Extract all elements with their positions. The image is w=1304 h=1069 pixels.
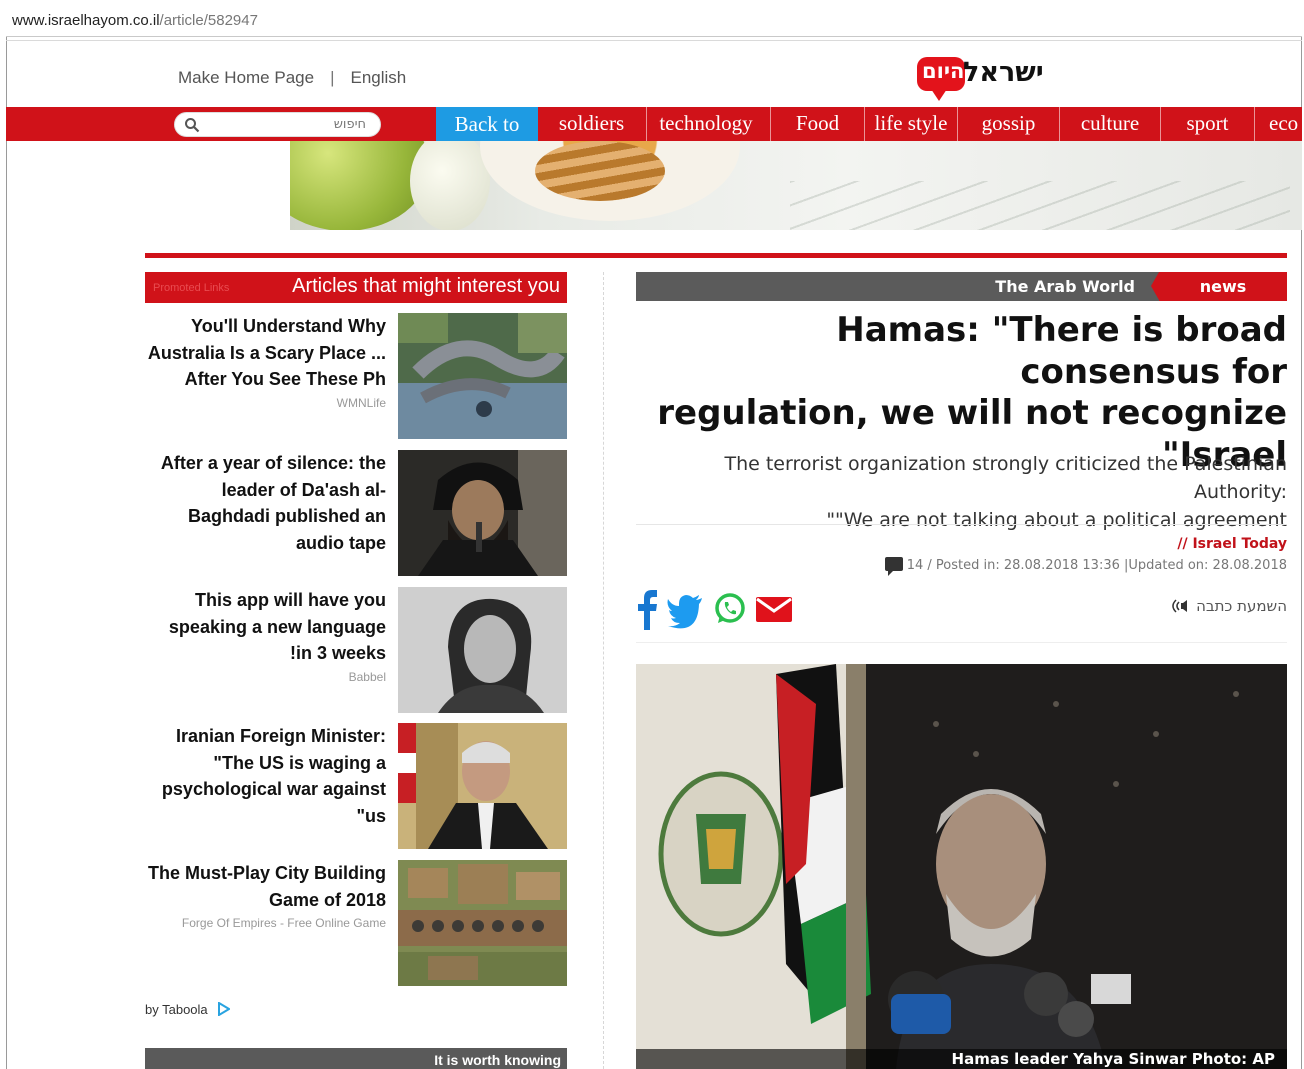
article-byline[interactable]: // Israel Today — [636, 536, 1287, 552]
make-home-page-link[interactable]: Make Home Page — [178, 68, 314, 88]
mail-icon[interactable] — [755, 588, 793, 630]
nav-gossip[interactable]: gossip — [957, 107, 1059, 141]
facebook-icon[interactable] — [636, 588, 658, 630]
promo-source: Forge Of Empires - Free Online Game — [181, 916, 386, 930]
logo-text: ישראל — [963, 57, 1044, 88]
worth-knowing-header: It is worth knowing — [145, 1048, 567, 1069]
promo-headline[interactable]: This app will have you speaking a new la… — [145, 587, 386, 667]
search-input[interactable]: חיפוש — [174, 112, 381, 137]
nav-sport[interactable]: sport — [1160, 107, 1254, 141]
search-icon[interactable] — [184, 117, 200, 133]
url-text[interactable]: www.israelhayom.co.il/article/582947 — [12, 12, 258, 29]
photo-caption-text: Hamas leader Yahya Sinwar Photo: AP — [951, 1050, 1275, 1068]
promo-item[interactable]: After a year of silence: the leader of D… — [145, 450, 567, 576]
hero-banner — [290, 141, 1302, 230]
toolbar-divider — [6, 37, 1302, 41]
logo-badge: היום — [917, 57, 965, 101]
search-placeholder: חיפוש — [333, 117, 366, 132]
comment-icon[interactable] — [884, 557, 903, 576]
worth-knowing-label: It is worth knowing — [434, 1052, 561, 1068]
photo-caption: Hamas leader Yahya Sinwar Photo: AP — [636, 1049, 1287, 1069]
article-subheadline: The terrorist organization strongly crit… — [724, 453, 1287, 531]
section-news[interactable]: news — [1151, 272, 1287, 301]
promo-thumbnail[interactable] — [398, 450, 567, 576]
promo-headline[interactable]: You'll Understand Why Australia Is a Sca… — [145, 313, 386, 393]
promo-thumbnail[interactable] — [398, 313, 567, 439]
promo-thumbnail[interactable] — [398, 587, 567, 713]
divider — [636, 524, 1287, 525]
promo-item[interactable]: You'll Understand Why Australia Is a Sca… — [145, 313, 567, 439]
promo-source: Babbel — [348, 669, 386, 684]
promo-headline[interactable]: After a year of silence: the leader of D… — [145, 450, 386, 556]
section-breadcrumb: The Arab World news — [636, 272, 1287, 301]
promoted-links-tag[interactable]: Promoted Links — [153, 282, 229, 294]
promo-headline[interactable]: The Must-Play City Building Game of 2018 — [145, 860, 386, 913]
listen-article-button[interactable]: השמעת כתבה — [1169, 597, 1287, 615]
whatsapp-icon[interactable] — [713, 588, 747, 630]
promoted-links-header: Promoted Links Articles that might inter… — [145, 272, 567, 303]
article-meta: 14 / Posted in: 28.08.2018 13:36 |Update… — [636, 557, 1287, 576]
promo-item[interactable]: This app will have you speaking a new la… — [145, 587, 567, 713]
section-rule — [145, 253, 1287, 258]
share-bar: השמעת כתבה — [636, 588, 1287, 632]
nav-life-style[interactable]: life style — [864, 107, 957, 141]
top-links: Make Home Page | English — [178, 68, 406, 88]
nav-culture[interactable]: culture — [1059, 107, 1160, 141]
section-arab-world[interactable]: The Arab World — [995, 277, 1135, 296]
divider — [636, 642, 1287, 643]
article-meta-text: 14 / Posted in: 28.08.2018 13:36 |Update… — [906, 558, 1287, 573]
nav-economy[interactable]: eco — [1254, 107, 1302, 141]
taboola-play-icon[interactable] — [218, 1002, 230, 1016]
taboola-credit[interactable]: by Taboola — [145, 1002, 208, 1017]
speaker-icon — [1172, 599, 1188, 613]
promo-thumbnail[interactable] — [398, 723, 567, 849]
column-divider — [603, 272, 604, 1069]
site-logo[interactable]: היום ישראל — [915, 55, 1045, 105]
promo-source: WMNLife — [336, 395, 386, 410]
nav-soldiers[interactable]: soldiers — [545, 107, 638, 141]
nav-technology[interactable]: technology — [646, 107, 765, 141]
address-bar[interactable]: www.israelhayom.co.il/article/582947 — [6, 6, 1302, 37]
promo-thumbnail[interactable] — [398, 860, 567, 986]
nav-food[interactable]: Food — [770, 107, 864, 141]
article-main-photo[interactable]: Hamas leader Yahya Sinwar Photo: AP — [636, 664, 1287, 1069]
promo-headline[interactable]: Iranian Foreign Minister: "The US is wag… — [145, 723, 386, 829]
promo-item[interactable]: Iranian Foreign Minister: "The US is wag… — [145, 723, 567, 849]
english-link[interactable]: English — [351, 68, 407, 88]
link-separator: | — [330, 68, 335, 87]
promo-item[interactable]: The Must-Play City Building Game of 2018… — [145, 860, 567, 986]
promoted-links-title: Articles that might interest you — [292, 275, 560, 297]
twitter-icon[interactable] — [667, 588, 703, 630]
